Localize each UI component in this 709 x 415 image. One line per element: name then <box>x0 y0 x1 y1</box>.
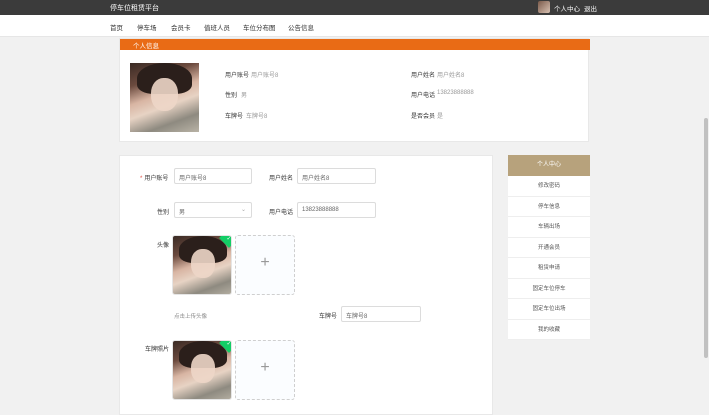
profile-card-header: 个人信息 <box>120 39 590 50</box>
nav-item-notices[interactable]: 公告信息 <box>288 22 314 32</box>
nav-item-staff[interactable]: 值班人员 <box>204 22 230 32</box>
form-name-label: 用户姓名 <box>269 176 294 182</box>
user-center-sidebar: 个人中心 修改密码 停车信息 车辆出场 开通会员 租赁申请 固定车位停车 固定车… <box>508 155 590 340</box>
avatar-upload-button[interactable]: + <box>235 235 295 295</box>
logout-link[interactable]: 退出 <box>584 3 597 13</box>
phone-value: 13823888888 <box>437 90 474 96</box>
chevron-down-icon: ⌄ <box>240 207 246 213</box>
sidebar-item-vehicle-exit[interactable]: 车辆出场 <box>508 217 590 238</box>
vip-value: 是 <box>437 114 444 120</box>
vip-label: 是否会员 <box>411 114 436 120</box>
account-value: 用户账号8 <box>251 73 279 79</box>
plate-input[interactable]: 车牌号8 <box>341 306 421 322</box>
name-input[interactable]: 用户姓名8 <box>297 168 376 184</box>
scrollbar-thumb[interactable] <box>704 118 708 358</box>
sidebar-item-parking-info[interactable]: 停车信息 <box>508 196 590 217</box>
avatar-upload-tip: 点击上传头像 <box>174 314 208 320</box>
form-account-label: * 用户账号 <box>140 176 169 182</box>
profile-card-title: 个人信息 <box>133 43 159 50</box>
account-input[interactable]: 用户账号8 <box>174 168 252 184</box>
gender-select[interactable]: 男 ⌄ <box>174 202 252 218</box>
top-bar: 停车位租赁平台 个人中心 退出 <box>0 0 709 15</box>
page-scrollbar[interactable] <box>704 40 708 403</box>
sidebar-item-rental-application[interactable]: 租赁申请 <box>508 258 590 279</box>
user-center-link[interactable]: 个人中心 <box>554 3 580 13</box>
gender-select-value: 男 <box>179 210 186 216</box>
profile-edit-form: * 用户账号 用户账号8 用户姓名 用户姓名8 性别 男 ⌄ 用户电话 13823… <box>119 155 493 415</box>
sidebar-item-open-membership[interactable]: 开通会员 <box>508 237 590 258</box>
sidebar-item-fixed-space-exit[interactable]: 固定车位出场 <box>508 299 590 320</box>
profile-photo <box>130 63 199 132</box>
sidebar-item-change-password[interactable]: 修改密码 <box>508 176 590 197</box>
profile-card: 个人信息 用户账号 用户账号8 用户姓名 用户姓名8 性别 男 用户电话 138… <box>119 38 590 142</box>
phone-input[interactable]: 13823888888 <box>297 202 376 218</box>
name-label: 用户姓名 <box>411 73 436 79</box>
plate-value: 车牌号8 <box>246 114 268 120</box>
account-label: 用户账号 <box>225 73 250 79</box>
nav-item-home[interactable]: 首页 <box>110 22 123 32</box>
user-avatar[interactable] <box>538 1 550 13</box>
gender-value: 男 <box>241 93 248 99</box>
form-plate-label: 车牌号 <box>319 314 338 320</box>
plus-icon: + <box>260 359 270 376</box>
sidebar-item-fixed-space-parking[interactable]: 固定车位停车 <box>508 278 590 299</box>
main-nav: 首页 停车场 会员卡 值班人员 车位分布图 公告信息 <box>0 15 709 37</box>
form-avatar-label: 头像 <box>157 243 170 249</box>
plus-icon: + <box>260 254 270 271</box>
avatar-preview[interactable]: ✓ <box>172 235 232 295</box>
nav-item-parking-lot[interactable]: 停车场 <box>137 22 157 32</box>
nav-item-space-map[interactable]: 车位分布图 <box>243 22 276 32</box>
gender-label: 性别 <box>225 93 238 99</box>
plate-photo-upload-button[interactable]: + <box>235 340 295 400</box>
form-gender-label: 性别 <box>157 210 170 216</box>
nav-item-member-card[interactable]: 会员卡 <box>171 22 191 32</box>
sidebar-header: 个人中心 <box>508 155 590 176</box>
form-plate-photo-label: 车牌照片 <box>145 347 170 353</box>
plate-label: 车牌号 <box>225 114 244 120</box>
phone-label: 用户电话 <box>411 93 436 99</box>
name-value: 用户姓名8 <box>437 73 465 79</box>
plate-photo-preview[interactable]: ✓ <box>172 340 232 400</box>
sidebar-item-favorites[interactable]: 我的收藏 <box>508 319 590 340</box>
brand-title: 停车位租赁平台 <box>110 5 159 12</box>
form-phone-label: 用户电话 <box>269 210 294 216</box>
